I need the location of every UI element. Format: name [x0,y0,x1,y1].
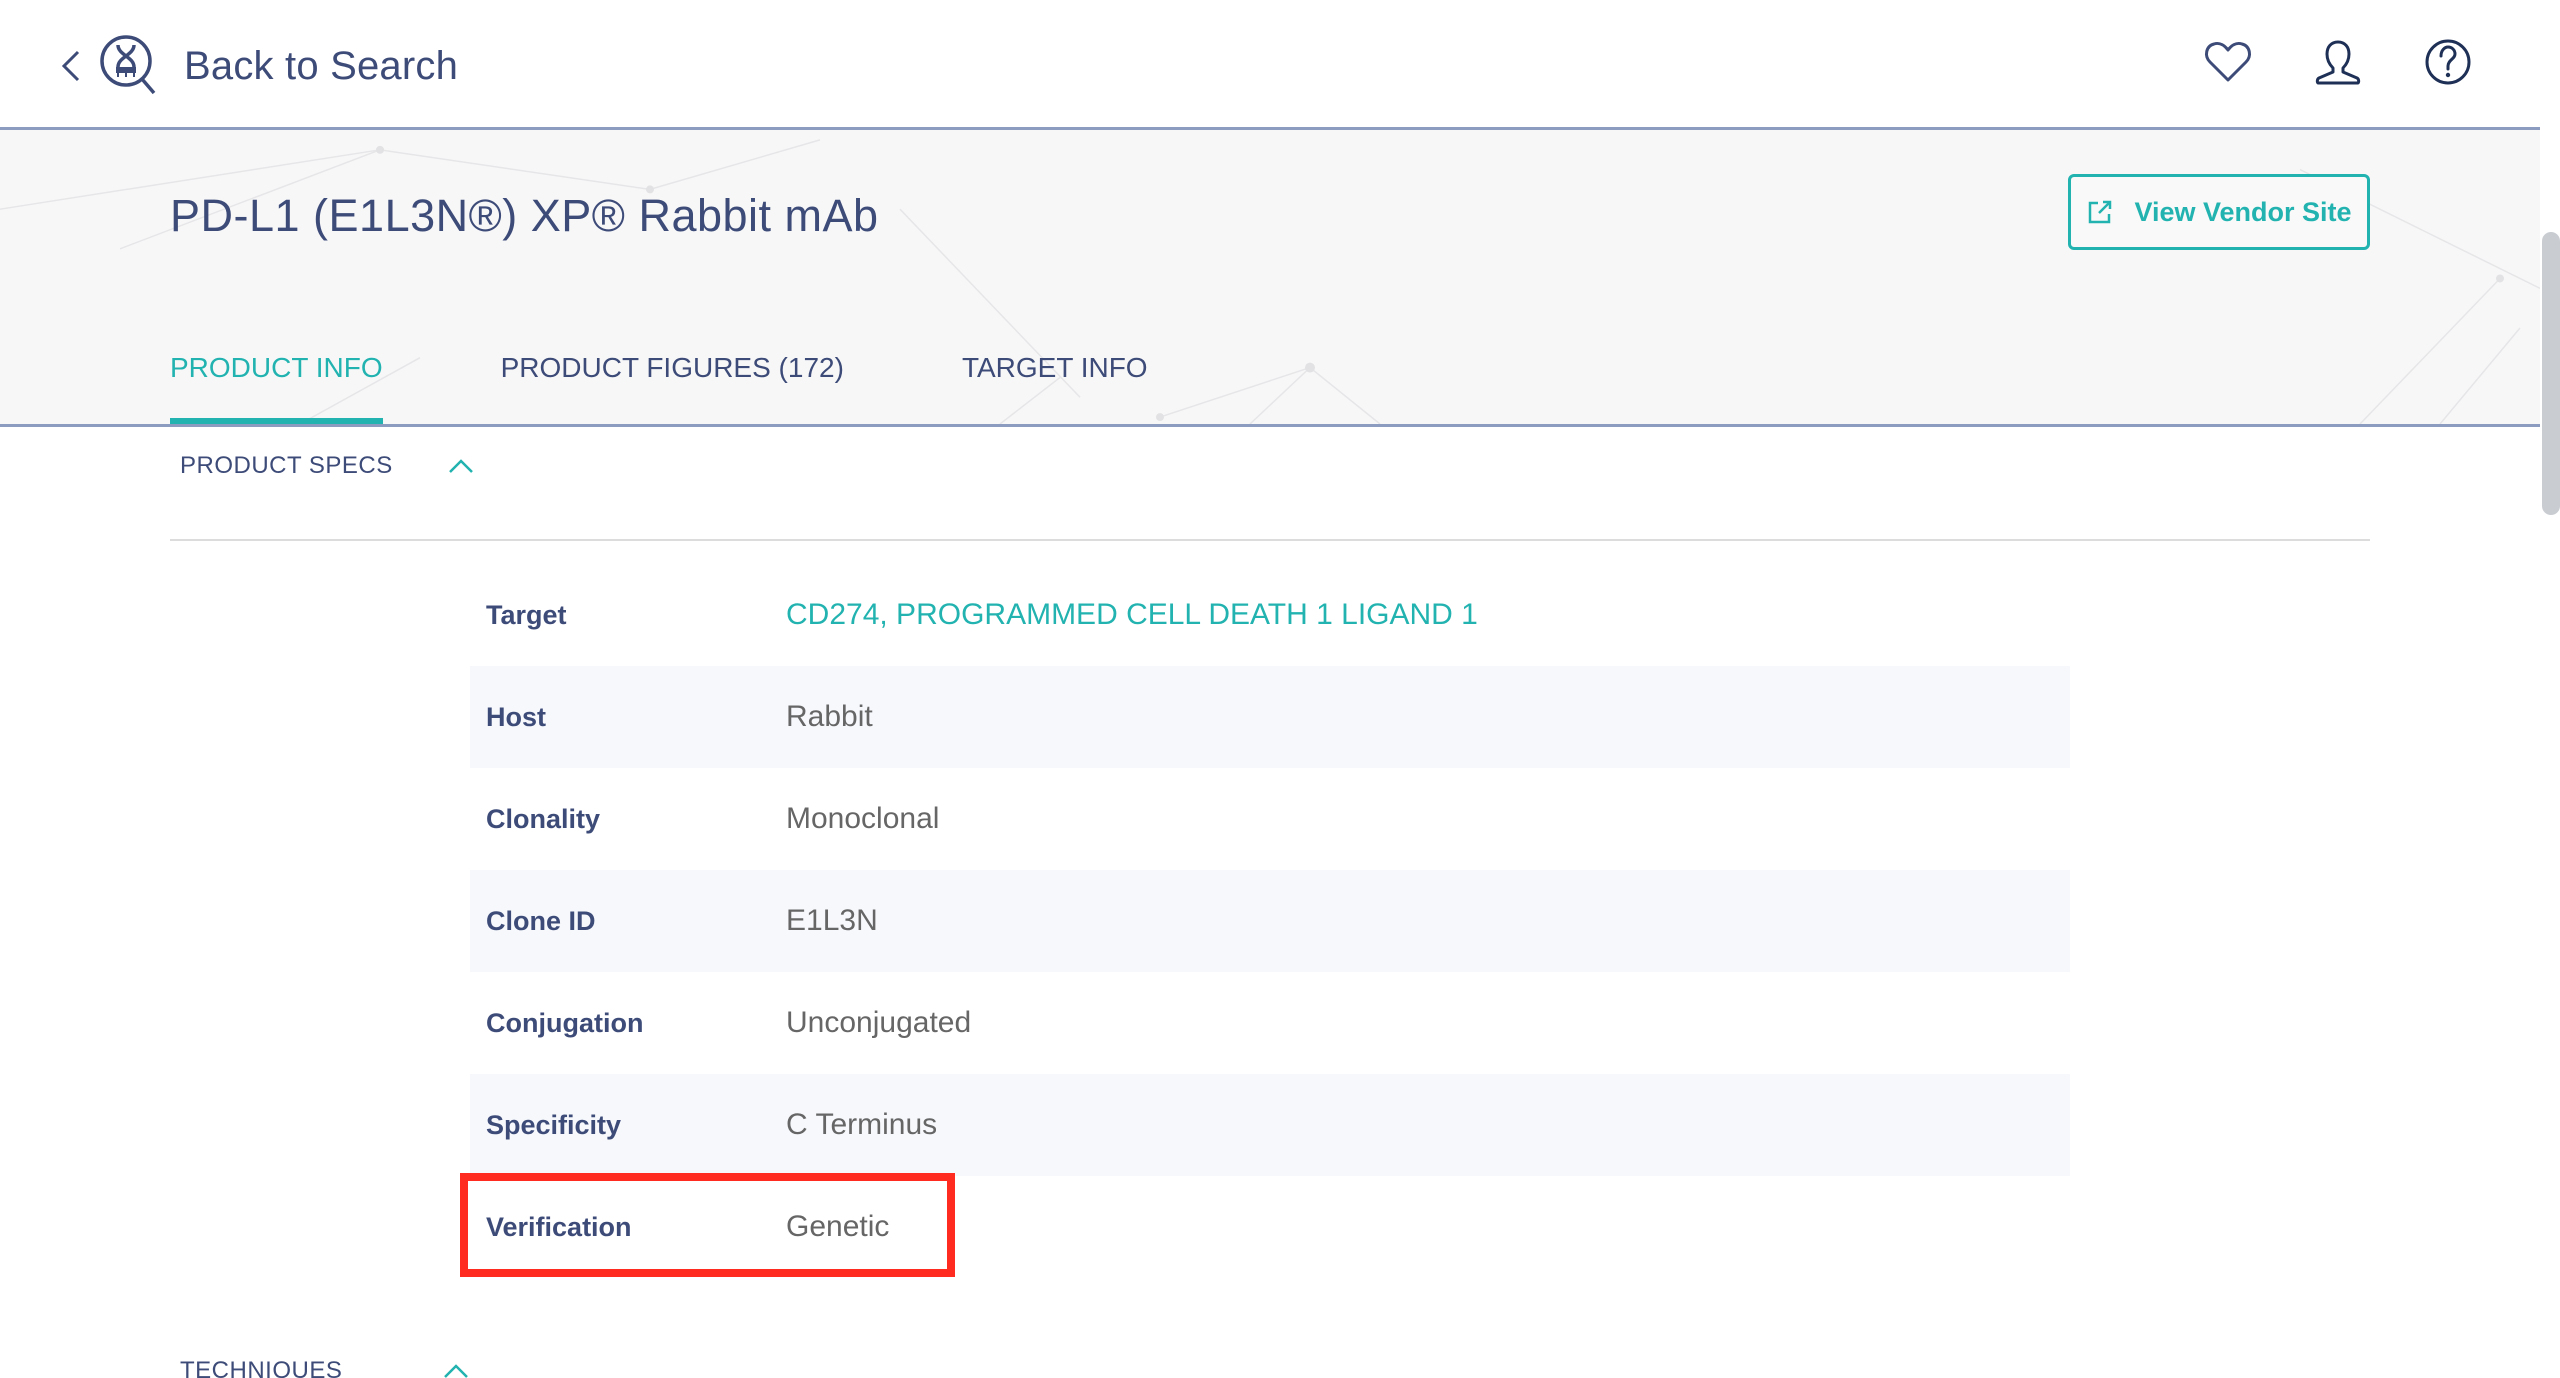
tab-product-info[interactable]: PRODUCT INFO [170,330,383,424]
spec-row-specificity: Specificity C Terminus [470,1074,2070,1176]
spec-row-host: Host Rabbit [470,666,2070,768]
spec-key: Clone ID [486,905,596,936]
spec-key: Clonality [486,803,601,834]
techniques-section-toggle[interactable]: TECHNIQUES [180,1357,470,1378]
tab-product-figures[interactable]: PRODUCT FIGURES (172) [501,330,844,424]
product-specs-heading: PRODUCT SPECS [180,452,393,479]
top-navigation: Back to Search [0,0,2540,130]
product-specs-section-toggle[interactable]: PRODUCT SPECS [180,452,475,480]
spec-row-clone-id: Clone ID E1L3N [470,870,2070,972]
chevron-up-icon [448,459,473,473]
scrollbar-thumb[interactable] [2542,232,2560,515]
spec-row-conjugation: Conjugation Unconjugated [470,972,2070,1074]
chevron-left-icon [61,50,80,82]
spec-value: C Terminus [786,1108,938,1141]
spec-value: Genetic [786,1210,890,1243]
help-icon[interactable] [2422,36,2474,88]
spec-key: Specificity [486,1109,622,1140]
spec-value: Unconjugated [786,1006,972,1039]
product-tabs: PRODUCT INFO PRODUCT FIGURES (172) TARGE… [170,330,1266,424]
target-link[interactable]: CD274, PROGRAMMED CELL DEATH 1 LIGAND 1 [786,598,1478,632]
tab-target-info[interactable]: TARGET INFO [962,330,1148,424]
spec-key: Verification [486,1211,632,1242]
view-vendor-site-label: View Vendor Site [2134,196,2352,227]
spec-key: Host [486,701,546,732]
section-divider [170,539,2370,541]
back-to-search-link[interactable]: Back to Search [56,30,458,102]
view-vendor-site-button[interactable]: View Vendor Site [2068,174,2370,250]
page-scrollbar[interactable] [2540,0,2560,1378]
spec-row-target: Target CD274, PROGRAMMED CELL DEATH 1 LI… [470,564,2070,666]
back-to-search-label: Back to Search [184,43,459,88]
user-icon[interactable] [2312,36,2364,88]
product-specs-table: Target CD274, PROGRAMMED CELL DEATH 1 LI… [470,564,2070,1278]
spec-value: Monoclonal [786,802,940,835]
spec-value: E1L3N [786,904,878,937]
chevron-up-icon [444,1364,469,1378]
spec-row-clonality: Clonality Monoclonal [470,768,2070,870]
spec-value: Rabbit [786,700,873,733]
spec-row-verification: Verification Genetic [470,1176,2070,1278]
dna-search-logo-icon [100,35,156,95]
heart-icon[interactable] [2202,36,2254,88]
product-banner: PD-L1 (E1L3N®) XP® Rabbit mAb View Vendo… [0,130,2540,427]
spec-key: Conjugation [486,1007,644,1038]
external-link-icon [2089,200,2112,224]
nav-icon-group [2202,36,2474,88]
techniques-heading: TECHNIQUES [180,1357,343,1378]
spec-key: Target [486,599,567,630]
product-title: PD-L1 (E1L3N®) XP® Rabbit mAb [170,190,879,241]
